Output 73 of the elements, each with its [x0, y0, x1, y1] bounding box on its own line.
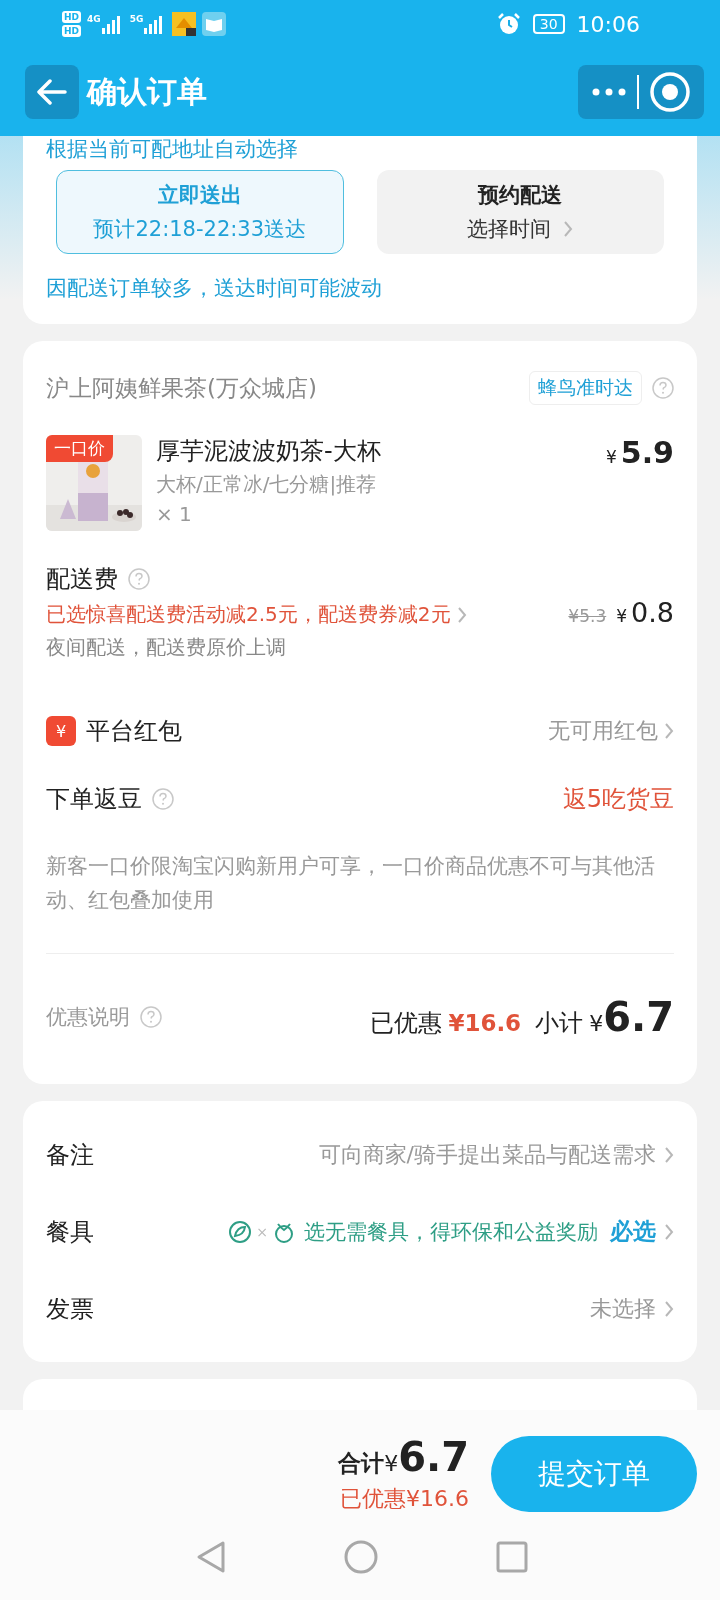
coupon-value[interactable]: 无可用红包	[548, 716, 658, 746]
required-tag[interactable]: 必选	[610, 1216, 656, 1247]
total-label: 合计	[338, 1449, 385, 1478]
leaf-icon	[228, 1219, 253, 1244]
network-label: 5G	[129, 14, 144, 24]
product-price: 5.9	[620, 435, 674, 470]
status-time: 10:06	[576, 11, 640, 37]
shop-name: 沪上阿姨鲜果茶(万众城店)	[46, 373, 317, 403]
total-amount: 6.7	[398, 1434, 469, 1480]
help-icon	[652, 377, 674, 399]
delivery-option[interactable]: 预约配送 选择时间	[376, 170, 664, 254]
currency-sign: ¥	[616, 605, 628, 626]
original-price: ¥5.3	[568, 605, 607, 626]
submit-order-button[interactable]: 提交订单	[491, 1436, 697, 1512]
chevron-right-icon	[664, 1222, 674, 1241]
chevron-right-icon	[664, 1145, 674, 1164]
delivery-note: 夜间配送，配送费原价上调	[46, 634, 287, 661]
app-icon	[172, 12, 197, 36]
product-name: 厚芋泥波波奶茶-大杯	[156, 436, 382, 467]
back-arrow-icon	[37, 79, 67, 105]
network-label: HD	[62, 25, 81, 37]
delivery-warning: 因配送订单较多，送达时间可能波动	[46, 275, 383, 302]
delivery-option-subtitle: 预计22:18-22:33送达	[93, 216, 307, 243]
row-label: 平台红包	[86, 716, 182, 747]
help-icon	[140, 1006, 162, 1028]
subtotal-label: 小计	[535, 1008, 584, 1039]
row-label: 备注	[46, 1139, 94, 1171]
chevron-right-icon	[563, 220, 574, 238]
close-target-icon[interactable]	[649, 71, 691, 113]
page-title: 确认订单	[87, 72, 208, 111]
currency-sign: ¥	[384, 1451, 399, 1476]
saved-amount: ¥16.6	[448, 1010, 522, 1036]
saved-label: 已优惠	[370, 1008, 443, 1039]
back-nav-icon[interactable]	[196, 1540, 226, 1574]
times-sign: ×	[256, 1223, 268, 1240]
subtotal-amount: 6.7	[603, 994, 674, 1040]
promo-disclaimer: 新客一口价限淘宝闪购新用户可享，一口价商品优惠不可与其他活动、红包叠加使用	[46, 853, 656, 914]
recents-nav-icon[interactable]	[496, 1541, 528, 1573]
help-icon	[128, 568, 150, 590]
back-button[interactable]	[25, 65, 79, 119]
chevron-right-icon	[456, 605, 467, 624]
delivery-tag: 蜂鸟准时达	[529, 371, 642, 405]
network-label: HD	[62, 11, 81, 23]
battery-indicator: 30	[532, 14, 565, 34]
row-label: 配送费	[46, 564, 118, 595]
book-icon	[202, 12, 227, 36]
price-badge: 一口价	[46, 435, 113, 462]
row-label: 餐具	[46, 1216, 94, 1248]
product-quantity: × 1	[156, 502, 193, 526]
saved-amount: 已优惠¥16.6	[340, 1485, 469, 1513]
network-label: 4G	[87, 14, 101, 24]
delivery-option-subtitle: 选择时间	[467, 215, 574, 243]
delivery-note: 根据当前可配地址自动选择	[46, 136, 299, 162]
chevron-right-icon	[664, 722, 674, 740]
eco-tip: 选无需餐具，得环保和公益奖励	[304, 1218, 598, 1246]
help-icon	[152, 788, 174, 810]
row-label: 发票	[46, 1293, 94, 1325]
product-options: 大杯/正常冰/七分糖|推荐	[156, 471, 606, 498]
home-nav-icon[interactable]	[344, 1540, 378, 1574]
delivery-discount-link[interactable]: 已选惊喜配送费活动减2.5元，配送费券减2元	[46, 601, 451, 628]
coupon-icon: ¥	[46, 716, 76, 746]
alarm-icon	[496, 12, 521, 36]
row-label: 下单返豆	[46, 784, 142, 815]
delivery-option[interactable]: 立即送出 预计22:18-22:33送达	[56, 170, 344, 254]
currency-sign: ¥	[589, 1011, 604, 1036]
discount-info-link[interactable]: 优惠说明	[46, 1003, 130, 1031]
row-value[interactable]: 可向商家/骑手提出菜品与配送需求	[318, 1139, 656, 1170]
chevron-right-icon	[664, 1299, 674, 1318]
currency-sign: ¥	[606, 447, 617, 467]
beans-reward: 返5吃货豆	[562, 784, 674, 815]
row-value[interactable]: 未选择	[590, 1293, 656, 1324]
more-icon[interactable]	[591, 87, 627, 97]
delivery-price: 0.8	[631, 596, 674, 628]
